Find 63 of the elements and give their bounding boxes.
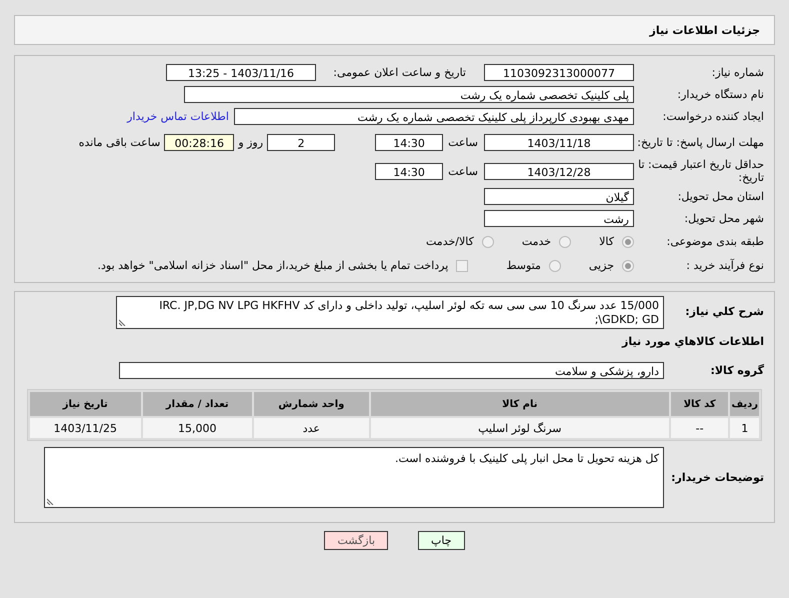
table-cell: عدد [254, 418, 369, 438]
text-field[interactable]: 1403/11/16 - 13:25 [166, 64, 316, 81]
radio-button[interactable] [482, 236, 494, 248]
table-cell: -- [670, 418, 728, 438]
radio-label: متوسط [506, 259, 541, 272]
column-header: تعداد / مقدار [142, 392, 252, 416]
radio-label: کالا/خدمت [426, 235, 474, 248]
table-cell: 1 [730, 418, 759, 438]
days-label: روز و [238, 136, 264, 148]
radio-button[interactable] [622, 260, 634, 272]
resize-grip-icon[interactable] [119, 318, 127, 326]
column-header: نام کالا [370, 392, 669, 416]
radio-label: خدمت [522, 235, 552, 248]
countdown-field[interactable]: 00:28:16 [164, 134, 234, 150]
field-label: شماره نیاز: [710, 66, 764, 79]
buyer-notes-box[interactable]: کل هزینه تحویل تا محل انبار پلی کلینیک با فروشنده است. [44, 447, 664, 508]
field-label: حداقل تاریخ اعتبار قیمت: تا تاریخ: [637, 158, 764, 184]
back-button[interactable]: بازگشت [324, 531, 388, 550]
text-field[interactable]: 14:30 [375, 134, 444, 150]
field-label: استان محل تحویل: [676, 190, 764, 203]
time-label: ساعت [448, 136, 478, 148]
text-field[interactable]: رشت [484, 210, 634, 227]
radio-label: جزیی [588, 259, 614, 272]
field-label: گروه کالا: [709, 364, 764, 377]
text-field[interactable]: 14:30 [375, 162, 444, 180]
text-field[interactable]: 1103092313000077 [484, 64, 634, 81]
field-label: طبقه بندی موضوعی: [666, 235, 764, 248]
print-button[interactable]: چاپ [418, 531, 465, 550]
radio-label: کالا [599, 235, 614, 248]
remaining-label: ساعت باقی مانده [78, 136, 160, 148]
radio-button[interactable] [559, 236, 572, 248]
table-cell: 1403/11/25 [30, 418, 141, 438]
field-label: ایجاد کننده درخواست: [662, 110, 764, 123]
description-box[interactable]: 15/000 عدد سرنگ 10 سی سی سه تکه لوئر اسلیپ، تولید داخلی و دارای کد IRC. JP,DG NV LPG HKFHV GDKD; GD\; [116, 296, 664, 329]
field-label: توضیحات خریدار: [670, 471, 764, 484]
text-field[interactable]: گیلان [484, 188, 634, 205]
radio-button[interactable] [548, 260, 561, 272]
column-header: واحد شمارش [254, 392, 369, 416]
field-label: مهلت ارسال پاسخ: تا تاریخ: [636, 136, 764, 148]
section-heading: اطلاعات کالاهاي مورد نياز [622, 335, 764, 348]
checkbox-label: پرداخت تمام یا بخشی از مبلغ خرید،از محل "اسناد خزانه اسلامی" خواهد بود. [98, 259, 448, 272]
field-label: تاریخ و ساعت اعلان عمومی: [332, 66, 466, 79]
table-cell: سرنگ لوئر اسلیپ [370, 418, 669, 438]
field-label: شهر محل تحویل: [683, 212, 764, 225]
page-title: جزئیات اطلاعات نیاز [14, 15, 775, 45]
text-field[interactable]: مهدی بهبودی کارپرداز پلی کلینیک تخصصی شماره یک رشت [234, 108, 634, 125]
resize-grip-icon[interactable] [47, 497, 55, 505]
field-label: نوع فرآیند خرید : [685, 259, 764, 272]
table-cell: 15,000 [142, 418, 252, 438]
column-header: تاریخ نیاز [30, 392, 141, 416]
goods-group-field[interactable]: دارو، پزشکی و سلامت [119, 362, 664, 379]
radio-button[interactable] [622, 236, 634, 248]
contact-info-link[interactable]: اطلاعات تماس خریدار [127, 110, 229, 123]
text-field[interactable]: 1403/12/28 [484, 162, 634, 180]
field-label: شرح کلي نياز: [684, 305, 764, 318]
text-field[interactable]: پلی کلینیک تخصصی شماره یک رشت [184, 86, 634, 103]
field-label: نام دستگاه خریدار: [676, 88, 764, 101]
checkbox[interactable] [456, 260, 468, 272]
column-header: ردیف [730, 392, 759, 416]
column-header: کد کالا [670, 392, 728, 416]
text-field[interactable]: 2 [267, 134, 336, 150]
time-label: ساعت [448, 164, 478, 178]
text-field[interactable]: 1403/11/18 [484, 134, 634, 150]
